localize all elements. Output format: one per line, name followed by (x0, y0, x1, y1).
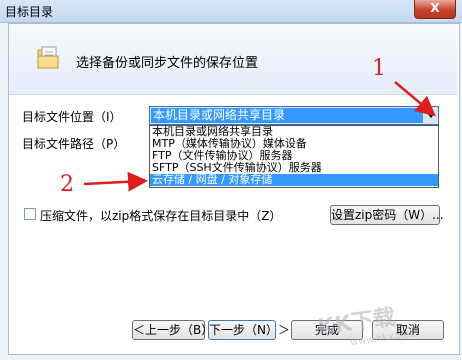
annotation-1: 1 (372, 56, 386, 81)
arrow-2 (83, 171, 148, 192)
arrow-1 (394, 81, 436, 117)
annotation-2: 2 (60, 172, 74, 197)
